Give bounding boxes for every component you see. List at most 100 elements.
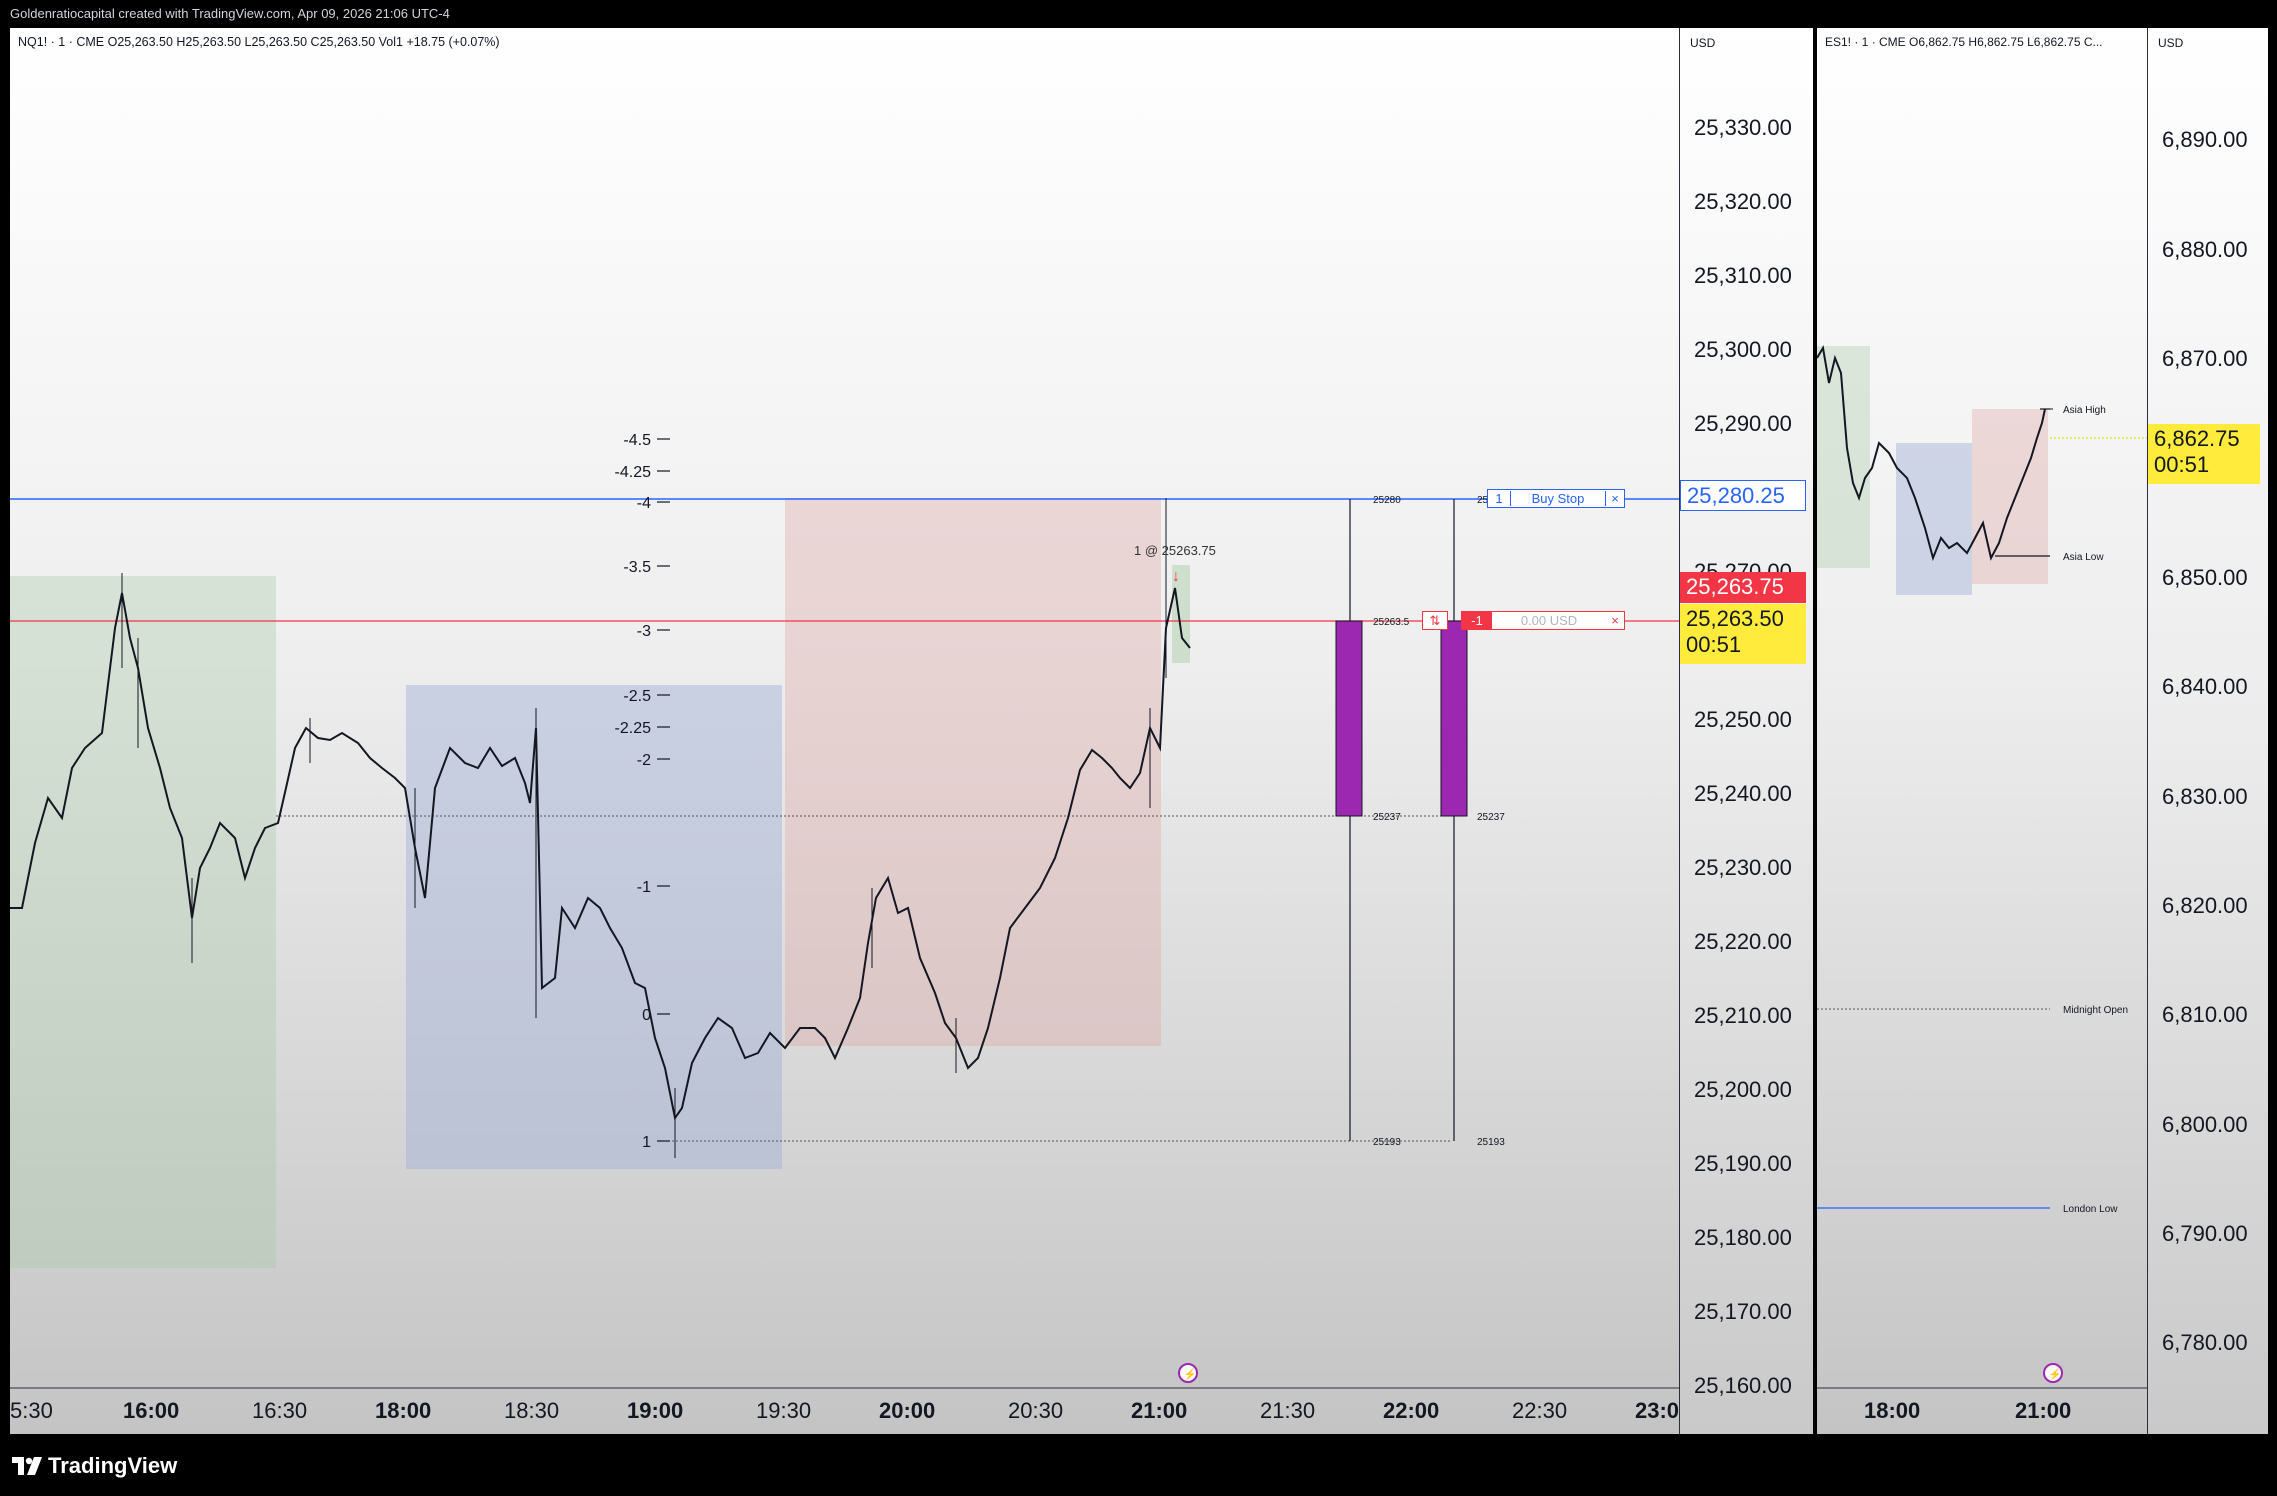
time-label: 21:00 xyxy=(1131,1398,1187,1423)
position-qty[interactable]: -1 xyxy=(1462,612,1492,629)
time-label: 22:00 xyxy=(1383,1398,1439,1423)
price-tick: 6,780.00 xyxy=(2162,1330,2248,1355)
time-label: 16:30 xyxy=(252,1398,307,1423)
es-price-axis[interactable]: USD 6,890.00 6,880.00 6,870.00 6,850.00 … xyxy=(2147,28,2268,1434)
buy-stop-order[interactable]: 1 Buy Stop × xyxy=(1487,489,1625,508)
fib-label: -4.25 xyxy=(615,464,652,481)
price-tick: 6,810.00 xyxy=(2162,1002,2248,1027)
price-tick: 25,180.00 xyxy=(1694,1225,1792,1250)
price-tick: 6,840.00 xyxy=(2162,674,2248,699)
price-tick: 6,820.00 xyxy=(2162,893,2248,918)
price-tick: 25,310.00 xyxy=(1694,263,1792,288)
session-box-green xyxy=(10,576,276,1268)
es-session-box-blue xyxy=(1896,443,1972,595)
price-tick: 25,330.00 xyxy=(1694,115,1792,140)
fib-label: -3.5 xyxy=(623,559,651,576)
position-pnl: 0.00 USD xyxy=(1520,613,1578,628)
bar-countdown: 00:51 xyxy=(2154,452,2210,477)
chart-attribution: Goldenratiocapital created with TradingV… xyxy=(10,6,450,21)
es-price-axis-ticks: 6,890.00 6,880.00 6,870.00 6,850.00 6,84… xyxy=(2162,127,2248,1355)
nq-legend[interactable]: NQ1! · 1 · CME O25,263.50 H25,263.50 L25… xyxy=(18,35,500,49)
fill-label: 1 @ 25263.75 xyxy=(1134,543,1216,558)
price-tick: 6,870.00 xyxy=(2162,346,2248,371)
time-label: 18:00 xyxy=(375,1398,431,1423)
level-label: 25237 xyxy=(1373,812,1401,823)
nq-price-axis-ticks: 25,330.00 25,320.00 25,310.00 25,300.00 … xyxy=(1694,115,1792,1398)
nq-chart-pane[interactable]: -4.5 -4.25 -4 -3.5 -3 -2.5 -2.25 -2 -1 0… xyxy=(10,28,1679,1434)
price-tick: 25,230.00 xyxy=(1694,855,1792,880)
time-label: 16:00 xyxy=(123,1398,179,1423)
es-chart-canvas: Asia High Asia Low Midnight Open London … xyxy=(1817,345,2147,1423)
annotation-midnight-open: Midnight Open xyxy=(2063,1005,2128,1016)
es-chart-pane[interactable]: Asia High Asia Low Midnight Open London … xyxy=(1817,28,2147,1434)
projection-candle-1[interactable] xyxy=(1335,620,1363,817)
es-session-box-red xyxy=(1972,409,2048,584)
position-widget[interactable]: -1 0.00 USD × xyxy=(1461,611,1625,630)
price-tick: 6,880.00 xyxy=(2162,237,2248,262)
sell-arrow-icon: ↓ xyxy=(1172,568,1180,585)
footer: TradingView xyxy=(0,1436,2277,1496)
time-label: 5:30 xyxy=(10,1398,53,1423)
nq-price-axis[interactable]: USD 25,330.00 25,320.00 25,310.00 25,300… xyxy=(1679,28,1813,1434)
price-tick: 6,790.00 xyxy=(2162,1221,2248,1246)
es-legend[interactable]: ES1! · 1 · CME O6,862.75 H6,862.75 L6,86… xyxy=(1825,35,2103,49)
es-session-box-green xyxy=(1817,346,1870,568)
time-label: 23:0 xyxy=(1635,1398,1679,1423)
tradingview-logo[interactable]: TradingView xyxy=(12,1453,177,1479)
lightning-icon: ⚡ xyxy=(1183,1368,1197,1381)
close-icon[interactable]: × xyxy=(1606,613,1624,628)
right-edge xyxy=(2268,28,2277,1434)
order-qty[interactable]: 1 xyxy=(1488,491,1511,506)
nq-chart-canvas: -4.5 -4.25 -4 -3.5 -3 -2.5 -2.25 -2 -1 0… xyxy=(10,432,1679,1423)
last-price-tag: 25,263.75 xyxy=(1680,572,1806,603)
fib-label: 1 xyxy=(642,1134,651,1151)
time-label: 21:30 xyxy=(1260,1398,1315,1423)
projection-candle-2[interactable] xyxy=(1440,620,1468,817)
time-label: 19:00 xyxy=(627,1398,683,1423)
order-type-label[interactable]: Buy Stop xyxy=(1511,491,1605,506)
lightning-icon: ⚡ xyxy=(2048,1368,2062,1381)
time-label: 21:00 xyxy=(2015,1398,2071,1423)
price-tick: 25,240.00 xyxy=(1694,781,1792,806)
time-label: 18:30 xyxy=(504,1398,559,1423)
fib-label: -3 xyxy=(637,623,651,640)
level-label: 25193 xyxy=(1373,1137,1401,1148)
fib-label: -2.5 xyxy=(623,688,651,705)
annotation-asia-low: Asia Low xyxy=(2063,552,2104,563)
time-label: 20:00 xyxy=(879,1398,935,1423)
current-price: 25,263.50 xyxy=(1686,606,1784,631)
price-tick: 6,850.00 xyxy=(2162,565,2248,590)
session-box-red xyxy=(785,498,1161,1046)
fib-label: -4 xyxy=(637,495,651,512)
price-tick: 25,160.00 xyxy=(1694,1373,1792,1398)
logo-text: TradingView xyxy=(48,1453,178,1478)
price-tick: 25,250.00 xyxy=(1694,707,1792,732)
time-label: 22:30 xyxy=(1512,1398,1567,1423)
tradingview-logo-icon xyxy=(12,1457,42,1475)
price-tick: 6,890.00 xyxy=(2162,127,2248,152)
price-tick: 25,220.00 xyxy=(1694,929,1792,954)
buy-stop-price-tag[interactable]: 25,280.25 xyxy=(1680,480,1806,511)
current-price-tag: 25,263.50 00:51 xyxy=(1680,604,1806,664)
fib-label: -4.5 xyxy=(623,432,651,449)
price-tick: 25,190.00 xyxy=(1694,1151,1792,1176)
price-tick: 25,210.00 xyxy=(1694,1003,1792,1028)
price-tick: 25,200.00 xyxy=(1694,1077,1792,1102)
price-tick: 25,320.00 xyxy=(1694,189,1792,214)
reverse-position-icon[interactable]: ⇅ xyxy=(1422,611,1448,630)
fib-label: -1 xyxy=(637,879,651,896)
level-label: 25280 xyxy=(1373,495,1401,506)
annotation-asia-high: Asia High xyxy=(2063,405,2106,416)
fib-label: -2.25 xyxy=(615,720,652,737)
price-tick: 6,830.00 xyxy=(2162,784,2248,809)
price-tick: 25,300.00 xyxy=(1694,337,1792,362)
price-tick: 25,170.00 xyxy=(1694,1299,1792,1324)
level-label: 25237 xyxy=(1477,812,1505,823)
level-label: 25193 xyxy=(1477,1137,1505,1148)
es-current-price-tag: 6,862.75 00:51 xyxy=(2148,424,2260,484)
session-box-blue xyxy=(406,685,782,1169)
close-icon[interactable]: × xyxy=(1605,491,1624,506)
annotation-london-low: London Low xyxy=(2063,1204,2118,1215)
time-label: 20:30 xyxy=(1008,1398,1063,1423)
current-price: 6,862.75 xyxy=(2154,426,2240,451)
